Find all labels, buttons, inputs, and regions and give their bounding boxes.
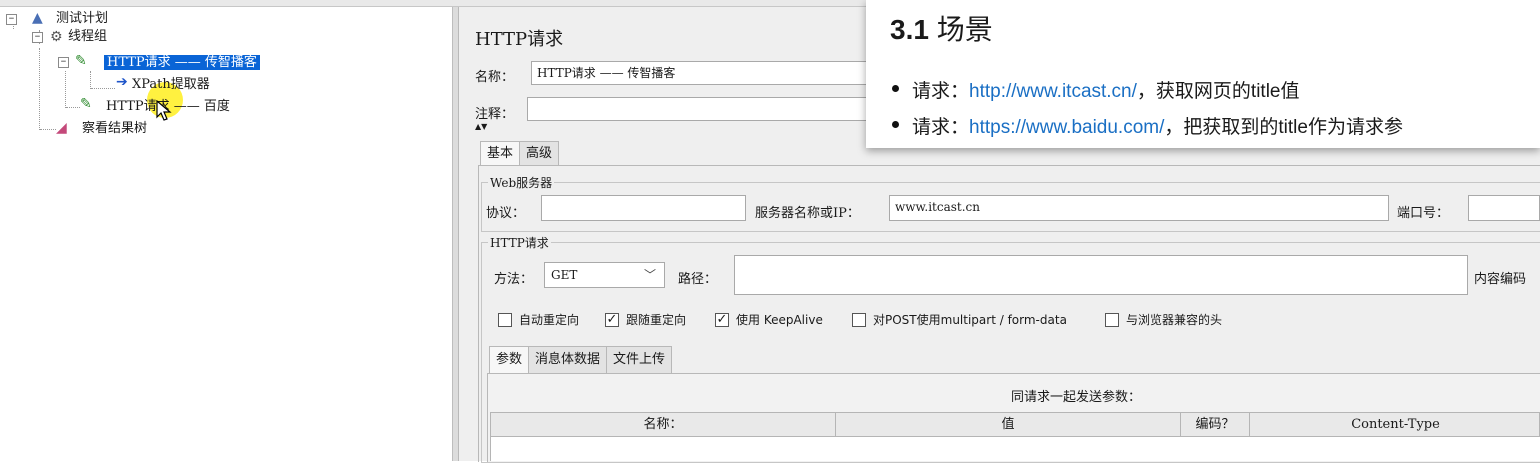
checkbox-keepalive[interactable]: ✓ 使用 KeepAlive	[715, 311, 823, 328]
checkbox-multipart[interactable]: 对POST使用multipart / form-data	[852, 311, 1067, 328]
tree-item-label: 测试计划	[56, 11, 109, 26]
protocol-field[interactable]	[541, 195, 746, 221]
params-table-body	[490, 437, 1540, 461]
baidu-link[interactable]: https://www.baidu.com/	[969, 117, 1164, 138]
param-tabs: 参数 消息体数据 文件上传	[489, 346, 673, 373]
tree-line	[90, 71, 91, 89]
itcast-link[interactable]: http://www.itcast.cn/	[969, 81, 1137, 102]
tree-line	[40, 129, 56, 130]
encoding-label: 内容编码	[1474, 272, 1527, 287]
tree-item-label: 线程组	[68, 29, 108, 44]
checkbox-label: 跟随重定向	[626, 313, 687, 327]
bullet-prefix: 请求：	[912, 81, 970, 102]
http-sampler-icon: ✎	[75, 53, 87, 69]
path-label: 路径：	[678, 272, 718, 287]
panel-title: HTTP请求	[475, 29, 564, 50]
col-header-value[interactable]: 值	[836, 413, 1181, 437]
tree-item-view-results-tree[interactable]: 察看结果树	[82, 120, 147, 138]
checkbox-browser-compatible-box[interactable]	[1105, 312, 1119, 327]
tree-line	[91, 88, 115, 89]
web-server-title: Web服务器	[488, 174, 555, 191]
slide-bullet-2: 请求：https://www.baidu.com/，把获取到的title作为请求…	[892, 112, 1403, 139]
slide-bullet-1: 请求：http://www.itcast.cn/，获取网页的title值	[892, 76, 1300, 103]
tab-file-upload[interactable]: 文件上传	[606, 346, 673, 373]
bullet-suffix: ，获取网页的title值	[1136, 81, 1300, 102]
main-tabs: 基本 高级	[480, 141, 560, 166]
tree-item-xpath-extractor[interactable]: XPath提取器	[132, 76, 210, 94]
col-header-name[interactable]: 名称：	[491, 413, 836, 437]
comment-label: 注释：	[475, 107, 515, 122]
tree-item-label: 察看结果树	[82, 121, 148, 136]
protocol-label: 协议：	[486, 206, 526, 221]
test-plan-tree: − ▲ 测试计划 − ⚙ 线程组 − ✎ HTTP请求 —— 传智播客 ➔ XP…	[0, 7, 453, 461]
collapse-toggle[interactable]: −	[6, 14, 17, 25]
params-table-header: 名称： 值 编码？ Content-Type	[490, 412, 1540, 437]
http-request-title: HTTP请求	[488, 234, 551, 251]
slide-title-text: 场景	[936, 14, 993, 45]
checkbox-follow-redirect[interactable]: ✓ 跟随重定向	[605, 311, 686, 328]
bullet-prefix: 请求：	[912, 117, 970, 138]
tree-line	[65, 71, 66, 108]
checkbox-browser-compatible[interactable]: 与浏览器兼容的头	[1105, 311, 1222, 328]
port-label: 端口号：	[1397, 206, 1450, 221]
collapse-arrows-icon[interactable]: ▲▼	[475, 123, 487, 131]
method-value: GET	[551, 268, 578, 282]
server-field[interactable]: www.itcast.cn	[889, 195, 1389, 221]
checkbox-follow-redirect-box[interactable]: ✓	[605, 312, 619, 327]
tree-line	[39, 48, 40, 130]
server-label: 服务器名称或IP：	[755, 206, 860, 221]
tree-item-test-plan[interactable]: 测试计划	[56, 10, 108, 28]
tree-item-label: XPath提取器	[132, 77, 210, 92]
tab-advanced[interactable]: 高级	[519, 141, 560, 166]
tree-line	[66, 107, 80, 108]
checkbox-auto-redirect[interactable]: 自动重定向	[498, 311, 579, 328]
collapse-toggle[interactable]: −	[58, 57, 69, 68]
checkbox-label: 自动重定向	[519, 313, 580, 327]
checkbox-label: 使用 KeepAlive	[736, 313, 823, 327]
slide-title: 3.1 场景	[890, 8, 993, 48]
http-sampler-icon: ✎	[80, 96, 92, 112]
checkbox-label: 与浏览器兼容的头	[1126, 313, 1223, 327]
checkbox-auto-redirect-box[interactable]	[498, 312, 512, 327]
col-header-encode[interactable]: 编码？	[1181, 413, 1250, 437]
extractor-icon: ➔	[116, 74, 128, 90]
checkbox-label: 对POST使用multipart / form-data	[873, 313, 1067, 327]
result-tree-icon: ◢	[56, 120, 67, 136]
gear-icon: ⚙	[50, 29, 63, 45]
col-header-content-type[interactable]: Content-Type	[1250, 413, 1540, 437]
bullet-suffix: ，把获取到的title作为请求参	[1164, 117, 1403, 138]
slide-overlay: 3.1 场景 请求：http://www.itcast.cn/，获取网页的tit…	[866, 0, 1540, 148]
tab-basic[interactable]: 基本	[480, 141, 521, 166]
test-plan-icon: ▲	[32, 10, 43, 26]
tab-body-data[interactable]: 消息体数据	[528, 346, 608, 373]
path-field[interactable]	[734, 255, 1468, 295]
tree-item-label: HTTP请求 —— 传智播客	[104, 55, 260, 70]
name-label: 名称：	[475, 70, 515, 85]
method-select[interactable]: GET ﹀	[544, 262, 665, 288]
port-field[interactable]	[1468, 195, 1540, 221]
mouse-pointer-icon	[156, 100, 172, 121]
chevron-down-icon: ﹀	[643, 268, 656, 282]
params-caption: 同请求一起发送参数：	[1011, 390, 1142, 405]
collapse-toggle[interactable]: −	[32, 32, 43, 43]
tree-item-thread-group[interactable]: 线程组	[68, 28, 107, 46]
checkbox-multipart-box[interactable]	[852, 312, 866, 327]
tree-item-http-request-itcast[interactable]: HTTP请求 —— 传智播客	[104, 54, 260, 72]
method-label: 方法：	[494, 272, 534, 287]
slide-title-number: 3.1	[890, 14, 929, 45]
tab-parameters[interactable]: 参数	[489, 346, 530, 373]
checkbox-keepalive-box[interactable]: ✓	[715, 312, 729, 327]
